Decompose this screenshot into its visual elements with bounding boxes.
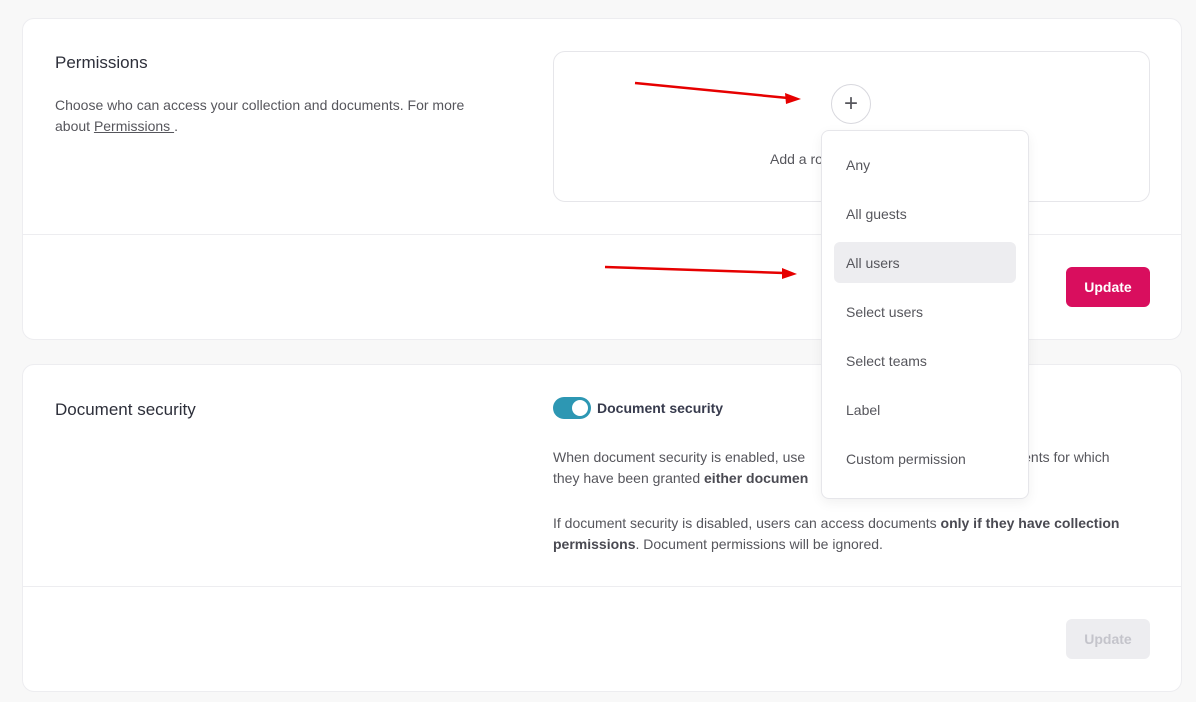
permissions-update-button[interactable]: Update xyxy=(1066,267,1150,307)
dropdown-item-custom-permission[interactable]: Custom permission xyxy=(834,438,1016,479)
permissions-title: Permissions xyxy=(55,53,148,72)
dropdown-item-select-users[interactable]: Select users xyxy=(834,291,1016,332)
dropdown-item-label[interactable]: Label xyxy=(834,389,1016,430)
permissions-description: Choose who can access your collection an… xyxy=(55,95,475,137)
para1-line2: they have been granted xyxy=(553,470,705,486)
document-security-title: Document security xyxy=(55,400,196,419)
security-divider xyxy=(23,586,1181,587)
para1-middle: ents for which xyxy=(1023,449,1110,465)
security-update-button[interactable]: Update xyxy=(1066,619,1150,659)
document-security-toggle[interactable] xyxy=(553,397,591,419)
plus-icon: + xyxy=(843,90,858,117)
role-dropdown-menu: Any All guests All users Select users Se… xyxy=(821,130,1029,499)
permissions-desc-suffix: . xyxy=(174,118,178,134)
dropdown-item-any[interactable]: Any xyxy=(834,144,1016,185)
dropdown-item-select-teams[interactable]: Select teams xyxy=(834,340,1016,381)
document-security-toggle-label: Document security xyxy=(597,400,724,416)
para2-suffix: . Document permissions will be ignored. xyxy=(635,536,883,552)
dropdown-item-all-guests[interactable]: All guests xyxy=(834,193,1016,234)
add-role-button[interactable]: + xyxy=(831,84,871,124)
toggle-knob xyxy=(572,400,588,416)
add-role-text: Add a ro xyxy=(770,151,823,167)
para1-bold: either documen xyxy=(704,470,809,486)
dropdown-item-all-users[interactable]: All users xyxy=(834,242,1016,283)
permissions-link[interactable]: Permissions xyxy=(94,118,174,134)
security-disabled-paragraph: If document security is disabled, users … xyxy=(553,513,1153,555)
para2-text: If document security is disabled, users … xyxy=(553,515,941,531)
para1-text: When document security is enabled, use xyxy=(553,449,806,465)
